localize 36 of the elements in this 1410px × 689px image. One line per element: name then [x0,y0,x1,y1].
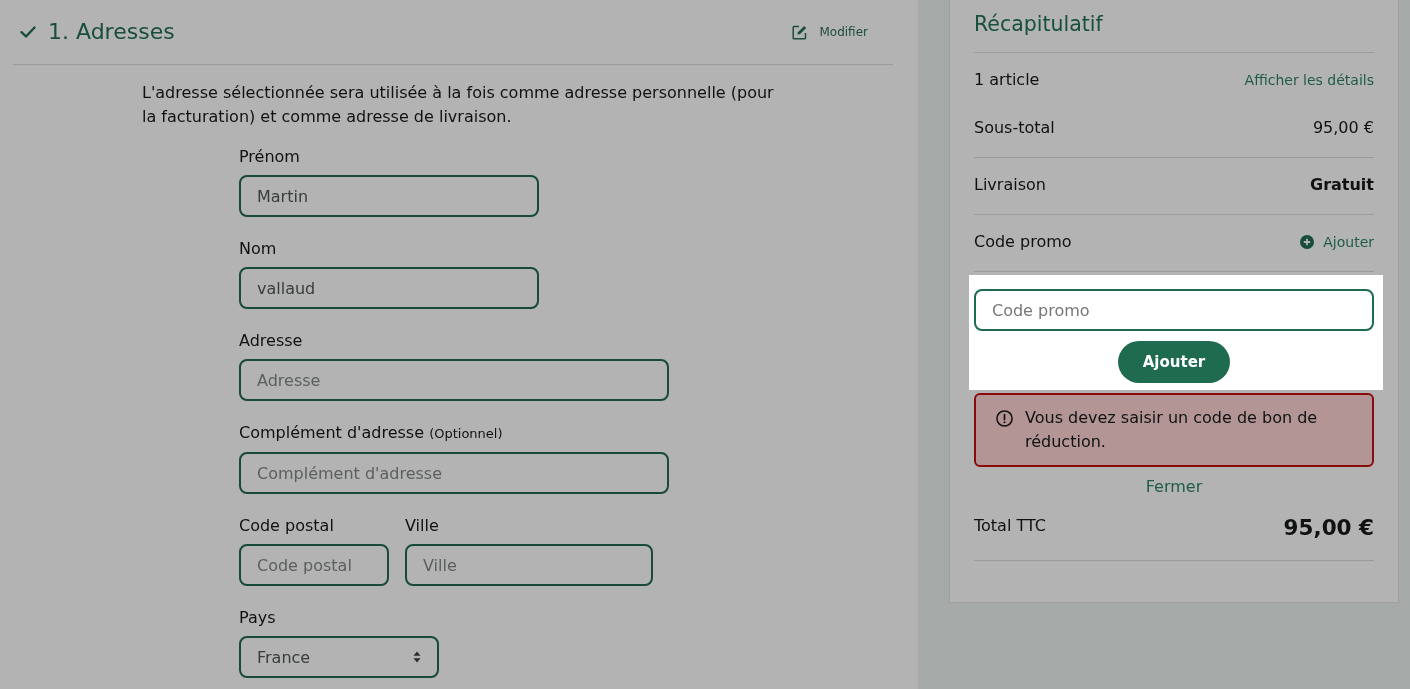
add-promo-link[interactable]: Ajouter [1300,232,1374,252]
field-label: Ville [405,516,439,536]
line-label: Livraison [974,175,1046,195]
edit-icon [792,24,808,40]
plus-circle-icon [1300,235,1315,249]
input-field[interactable]: Ville [405,544,653,586]
close-link[interactable]: Fermer [1145,477,1203,497]
total-label: Total TTC [974,516,1046,536]
input-field[interactable]: Complément d'adresse [239,452,669,494]
line-value: 95,00 € [1312,118,1374,138]
edit-link[interactable]: Modifier [792,24,868,40]
input-field[interactable]: Code postal [239,544,389,586]
promo-code-field[interactable]: Code promo [974,289,1374,331]
summary-title: Récapitulatif [974,0,1374,53]
dropdown[interactable]: France [239,636,439,678]
item-count: 1 article [974,70,1040,90]
alert-icon [996,410,1013,427]
section-title: 1. Adresses [48,18,175,46]
field-label: Pays [239,608,276,628]
line-value: Gratuit [1310,175,1374,195]
field-label: Prénom [239,147,300,167]
input-field[interactable]: vallaud [239,267,539,309]
input-field[interactable]: Adresse [239,359,669,401]
field-label: Code postal [239,516,334,536]
field-label: Nom [239,239,277,259]
intro-text: L'adresse sélectionnée sera utilisée à la fois comme adresse personnelle (pour la facturation) et comme adresse de livraison. [142,82,775,128]
line-label: Sous-total [974,118,1055,138]
input-field[interactable]: Martin [239,175,539,217]
total-value: 95,00 € [1283,514,1374,542]
details-link[interactable]: Afficher les détails [1244,70,1374,90]
promo-label: Code promo [974,232,1072,252]
apply-promo-button[interactable]: Ajouter [1118,341,1230,383]
error-message: Vous devez saisir un code de bon de réduction. [1025,407,1319,453]
field-label: Complément d'adresse (Optionnel) [239,423,503,444]
field-label: Adresse [239,331,303,351]
sort-arrows-icon [413,651,421,663]
